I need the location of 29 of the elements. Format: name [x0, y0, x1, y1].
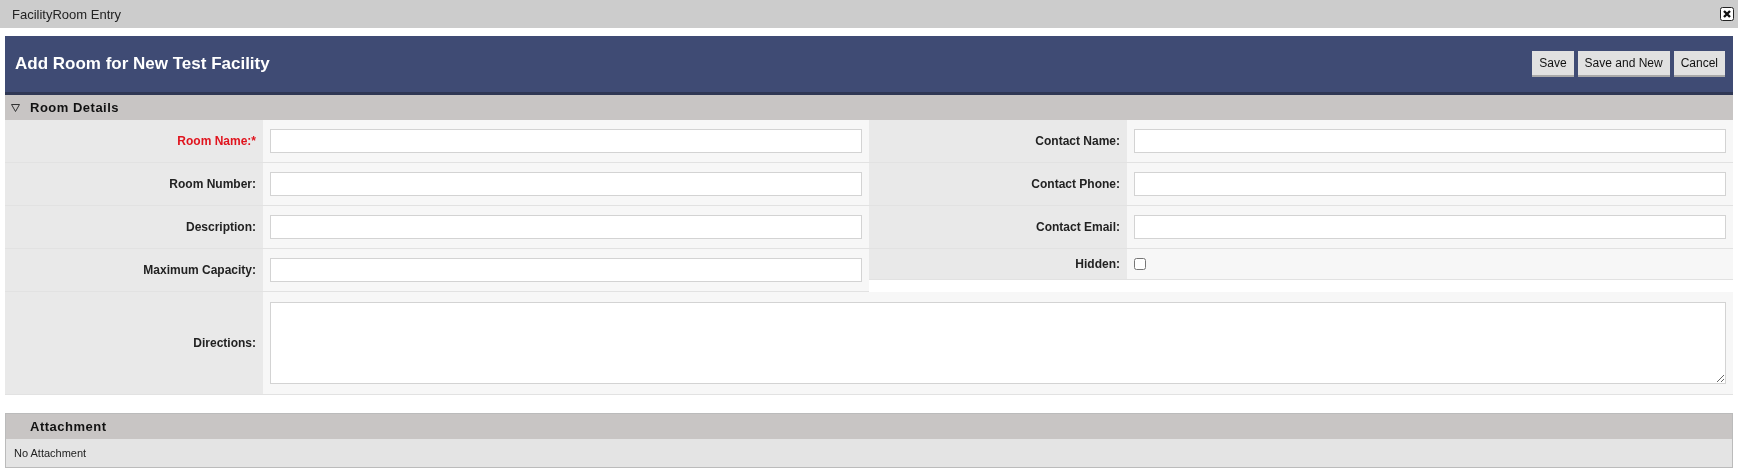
field-label: Directions:	[193, 336, 256, 350]
page-title: Add Room for New Test Facility	[15, 54, 270, 74]
section-title: Room Details	[30, 100, 120, 115]
field-label: Contact Phone:	[1031, 177, 1120, 191]
text-field[interactable]	[270, 129, 862, 153]
close-icon[interactable]	[1720, 7, 1734, 21]
field-label: Contact Email:	[1036, 220, 1120, 234]
empty-message: No Attachment	[14, 447, 87, 459]
text-field[interactable]	[1134, 215, 1726, 239]
window-title: FacilityRoom Entry	[12, 6, 122, 22]
field-label: Room Name:*	[177, 134, 256, 148]
collapse-triangle-icon[interactable]	[11, 103, 20, 112]
directions-field[interactable]	[270, 302, 1726, 384]
text-field[interactable]	[270, 172, 862, 196]
text-field[interactable]	[270, 258, 862, 282]
text-field[interactable]	[1134, 172, 1726, 196]
field-label: Contact Name:	[1035, 134, 1120, 148]
field-label: Hidden:	[1075, 257, 1120, 271]
field-label: Maximum Capacity:	[143, 263, 256, 277]
section-header[interactable]: Room Details	[5, 95, 1733, 120]
header-button[interactable]: Save	[1532, 51, 1574, 77]
text-field[interactable]	[270, 215, 862, 239]
field-label: Room Number:	[169, 177, 256, 191]
hidden-checkbox[interactable]	[1134, 258, 1146, 270]
section-title: Attachment	[30, 419, 107, 434]
field-label: Description:	[186, 220, 256, 234]
header-button[interactable]: Cancel	[1673, 51, 1725, 77]
header-button[interactable]: Save and New	[1577, 51, 1670, 77]
text-field[interactable]	[1134, 129, 1726, 153]
